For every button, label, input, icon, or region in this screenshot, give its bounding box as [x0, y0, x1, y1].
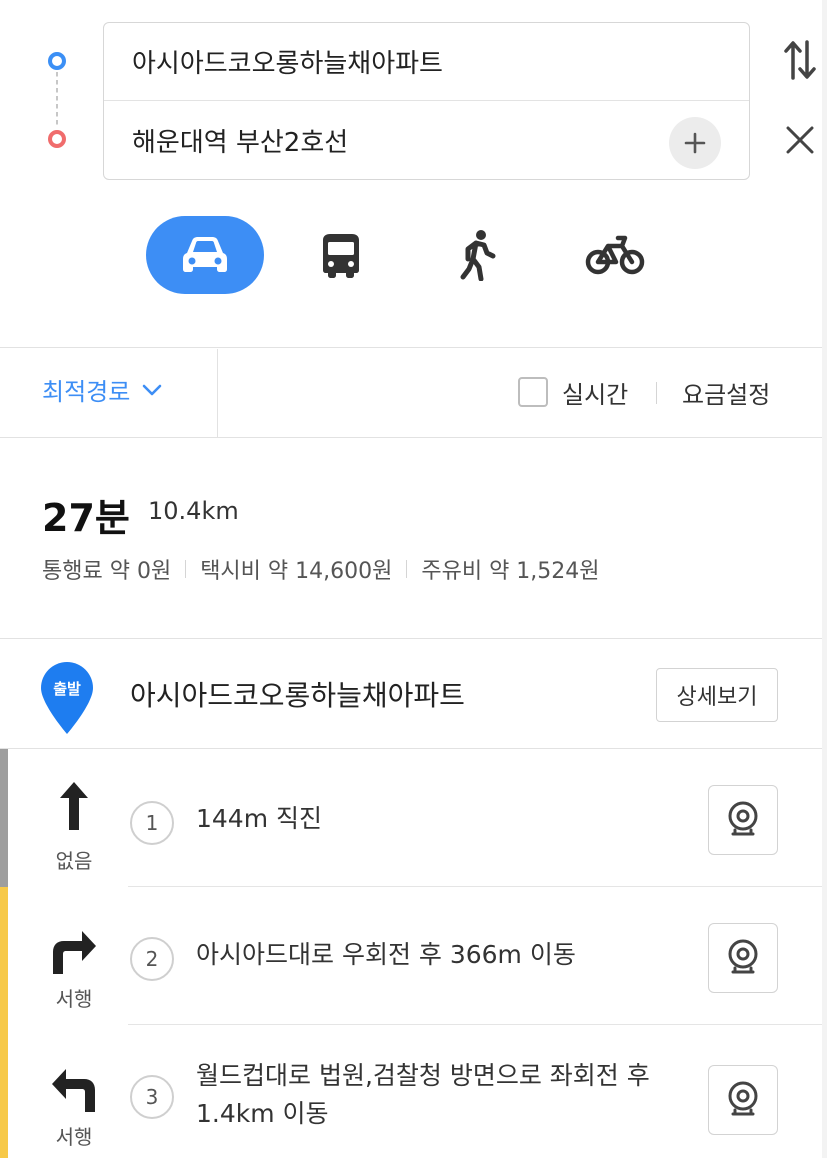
- route-step[interactable]: 서행 3 월드컵대로 법원,검찰청 방면으로 좌회전 후 1.4km 이동: [0, 1025, 822, 1158]
- route-connector: [56, 72, 58, 128]
- origin-input[interactable]: 아시아드코오롱하늘채아파트: [104, 23, 749, 101]
- route-type-dropdown[interactable]: 최적경로: [42, 372, 162, 407]
- realtime-label: 실시간: [562, 381, 629, 409]
- turn-left-arrow-icon: [44, 1059, 104, 1119]
- toll-cost: 통행료 약 0원: [42, 559, 172, 584]
- divider: [217, 349, 218, 437]
- travel-time: 27분: [42, 496, 130, 540]
- plus-icon: [684, 132, 706, 154]
- traffic-bar: [0, 887, 8, 1025]
- swap-icon: [784, 40, 816, 80]
- travel-distance: 10.4km: [148, 497, 239, 525]
- roadview-camera-icon: [728, 939, 758, 974]
- road-view-button[interactable]: [708, 785, 778, 855]
- step-number: 3: [130, 1075, 174, 1119]
- traffic-bar: [0, 1025, 8, 1158]
- traffic-status: 서행: [55, 1125, 93, 1149]
- mode-walk-button[interactable]: [420, 216, 538, 294]
- walk-icon: [460, 230, 496, 281]
- bus-icon: [323, 234, 359, 278]
- origin-text: 아시아드코오롱하늘채아파트: [132, 49, 443, 79]
- swap-button[interactable]: [780, 40, 820, 80]
- add-waypoint-button[interactable]: [669, 117, 721, 169]
- mode-bike-button[interactable]: [556, 216, 674, 294]
- route-step[interactable]: 서행 2 아시아드대로 우회전 후 366m 이동: [0, 887, 822, 1025]
- destination-dot: [48, 130, 66, 148]
- scrollbar-track[interactable]: [822, 0, 827, 1158]
- origin-dot: [48, 52, 66, 70]
- divider: [406, 560, 408, 578]
- car-icon: [183, 237, 227, 272]
- traffic-status: 없음: [55, 849, 93, 873]
- straight-arrow-icon: [44, 775, 104, 835]
- divider: [0, 638, 822, 639]
- divider: [0, 437, 822, 438]
- divider: [656, 382, 657, 404]
- clear-button[interactable]: [780, 120, 820, 160]
- detail-button[interactable]: 상세보기: [656, 668, 778, 722]
- step-instruction: 144m 직진: [196, 804, 323, 833]
- road-view-button[interactable]: [708, 1065, 778, 1135]
- divider: [0, 347, 822, 348]
- close-icon: [786, 126, 814, 154]
- start-badge-text: 출발: [53, 680, 81, 698]
- mode-car-button[interactable]: [146, 216, 264, 294]
- step-instruction: 아시아드대로 우회전 후 366m 이동: [196, 940, 576, 969]
- step-number: 1: [130, 801, 174, 845]
- fuel-cost: 주유비 약 1,524원: [421, 559, 600, 584]
- turn-right-arrow-icon: [44, 921, 104, 981]
- realtime-checkbox[interactable]: [518, 377, 548, 407]
- destination-text: 해운대역 부산2호선: [132, 127, 349, 158]
- destination-input[interactable]: 해운대역 부산2호선: [104, 101, 749, 179]
- fare-setting-button[interactable]: 요금설정: [682, 375, 770, 410]
- traffic-bar: [0, 749, 8, 887]
- step-number: 2: [130, 937, 174, 981]
- cost-summary: 통행료 약 0원 택시비 약 14,600원 주유비 약 1,524원: [42, 553, 600, 585]
- road-view-button[interactable]: [708, 923, 778, 993]
- route-step[interactable]: 없음 1 144m 직진: [0, 749, 822, 887]
- mode-transit-button[interactable]: [282, 216, 400, 294]
- traffic-status: 서행: [55, 987, 93, 1011]
- roadview-camera-icon: [728, 1081, 758, 1116]
- bike-icon: [585, 235, 645, 275]
- route-type-label: 최적경로: [42, 378, 131, 406]
- taxi-cost: 택시비 약 14,600원: [200, 559, 393, 584]
- start-pin-icon: 출발: [38, 660, 96, 736]
- start-name: 아시아드코오롱하늘채아파트: [130, 679, 465, 712]
- step-instruction: 월드컵대로 법원,검찰청 방면으로 좌회전 후 1.4km 이동: [196, 1061, 650, 1128]
- divider: [185, 560, 187, 578]
- route-inputs: 아시아드코오롱하늘채아파트 해운대역 부산2호선: [103, 22, 750, 180]
- roadview-camera-icon: [728, 801, 758, 836]
- chevron-down-icon: [143, 384, 162, 395]
